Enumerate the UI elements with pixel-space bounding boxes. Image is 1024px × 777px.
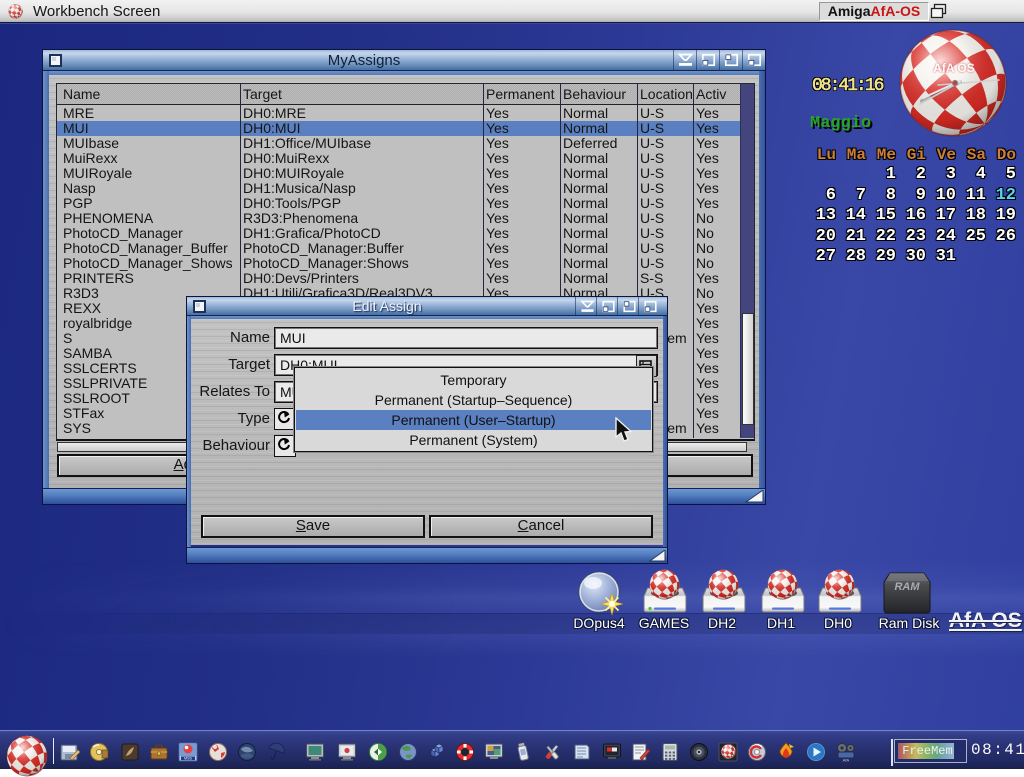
svg-text:AfA OS: AfA OS	[933, 61, 975, 75]
svg-text:MSS: MSS	[184, 757, 192, 761]
svg-text:RAM: RAM	[894, 581, 920, 593]
svg-text:AfA: AfA	[843, 758, 850, 763]
